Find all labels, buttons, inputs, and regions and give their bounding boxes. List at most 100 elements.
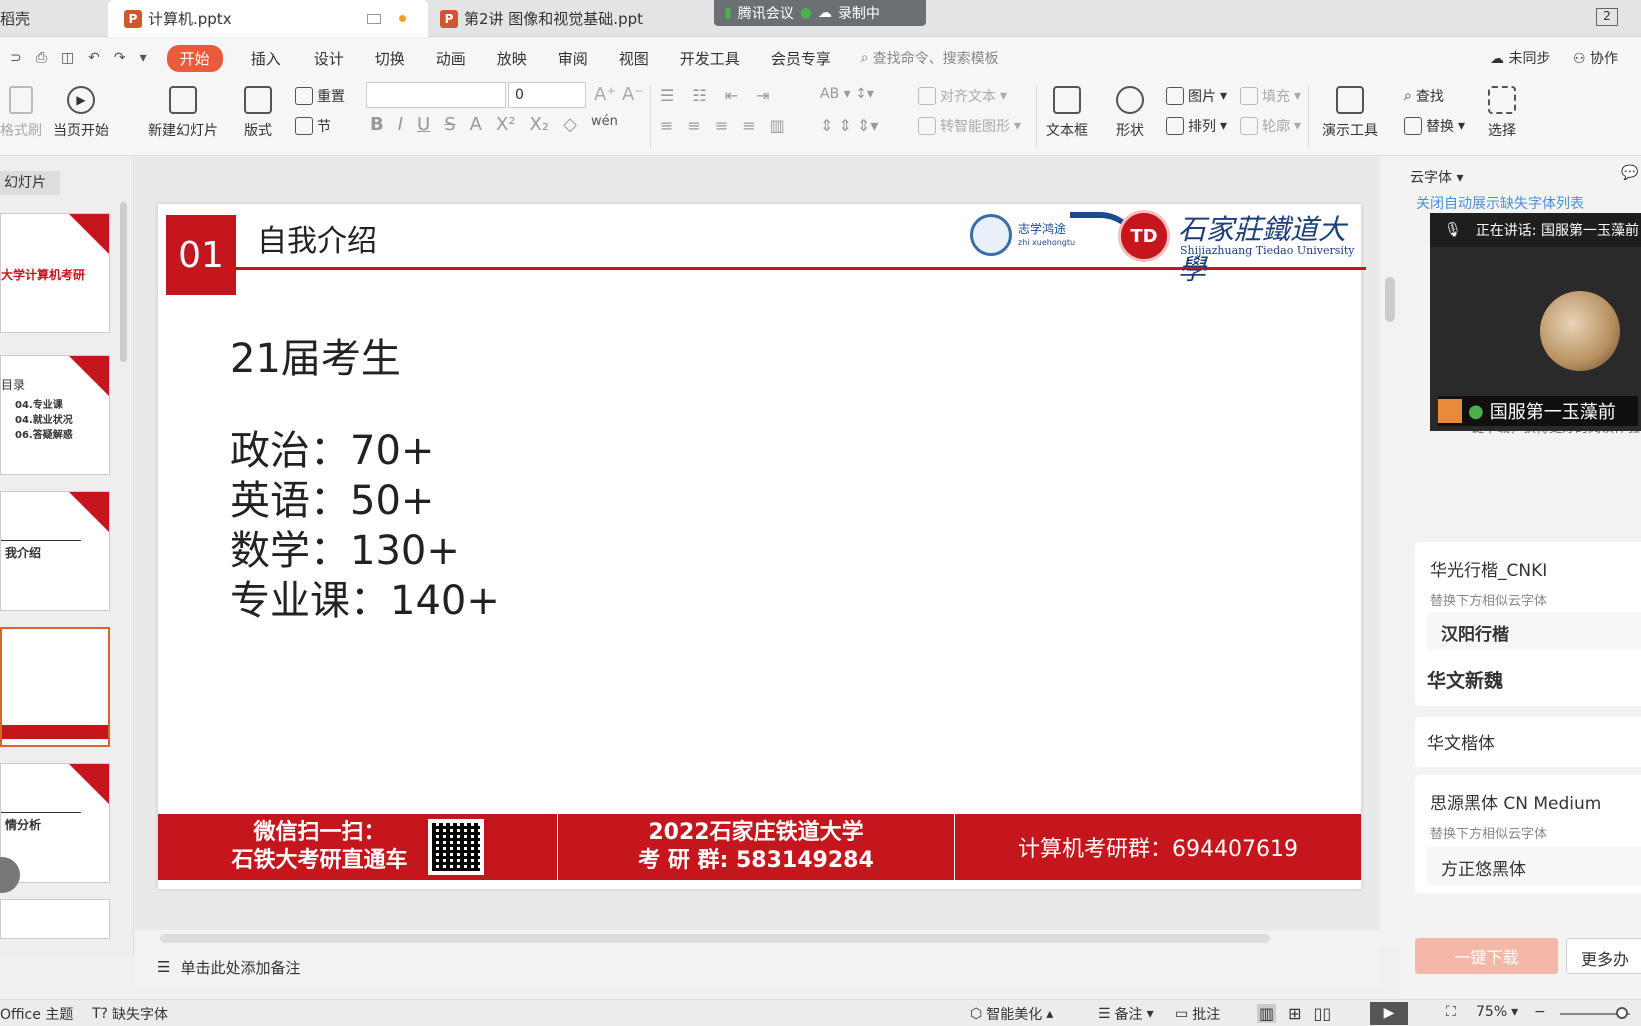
menu-view[interactable]: 视图	[619, 48, 649, 69]
font-sample[interactable]: 方正悠黑体	[1427, 847, 1641, 885]
command-search-input[interactable]: 查找命令、搜索模板	[873, 48, 999, 68]
cloud-font-header[interactable]: 云字体 ▾	[1410, 167, 1463, 187]
section-button[interactable]: 节	[295, 116, 331, 136]
font-card[interactable]: 华光行楷_CNKI 替换下方相似云字体 汉阳行楷	[1415, 542, 1641, 662]
missing-font-button[interactable]: T? 缺失字体	[92, 1004, 168, 1024]
select-button[interactable]: 选择	[1488, 86, 1516, 140]
zoom-slider[interactable]	[1560, 1007, 1630, 1019]
slides-tab[interactable]: 幻灯片	[0, 171, 60, 195]
tab-home-partial[interactable]: 稻壳	[0, 0, 100, 37]
reading-view-icon[interactable]: ▯▯	[1314, 1004, 1332, 1023]
find-button[interactable]: ⌕ 查找	[1404, 86, 1444, 106]
slide-thumb-2[interactable]: 目录 04.专业课 04.就业状况 06.答疑解惑	[0, 355, 110, 475]
convert-smartart-button[interactable]: 转智能图形 ▾	[918, 116, 1021, 136]
slide-thumb-3[interactable]: 我介绍	[0, 491, 110, 611]
underline-icon[interactable]: U	[417, 114, 430, 135]
zoom-out-icon[interactable]: −	[1534, 1004, 1546, 1020]
font-card[interactable]: 华文楷体	[1415, 717, 1641, 767]
menu-design[interactable]: 设计	[314, 48, 344, 69]
indent-icon[interactable]: ⇥	[756, 86, 769, 105]
font-grow-icon[interactable]: A⁺	[594, 84, 616, 105]
slide-thumb-1[interactable]: 大学计算机考研	[0, 213, 110, 333]
font-shrink-icon[interactable]: A⁻	[622, 84, 644, 105]
bold-icon[interactable]: B	[370, 114, 384, 135]
fill-button[interactable]: 填充 ▾	[1240, 86, 1301, 106]
bullets-icon[interactable]: ☰	[660, 86, 674, 105]
outdent-icon[interactable]: ⇤	[725, 86, 738, 105]
customize-icon[interactable]: ▾	[140, 50, 147, 66]
format-painter-button[interactable]: 格式刷	[0, 86, 42, 140]
arrange-button[interactable]: 排列 ▾	[1166, 116, 1227, 136]
redo-icon[interactable]: ↷	[114, 50, 126, 66]
meeting-status-bar[interactable]: ▮ 腾讯会议 ● ☁ 录制中	[714, 0, 926, 26]
outline-button[interactable]: 轮廓 ▾	[1240, 116, 1301, 136]
font-name-combo[interactable]	[366, 82, 506, 108]
thumb-scrollbar[interactable]	[120, 202, 127, 362]
window-count-icon[interactable]: 2	[1596, 8, 1618, 26]
menu-start[interactable]: 开始	[166, 44, 223, 72]
layout-button[interactable]: 版式	[244, 86, 272, 140]
play-slideshow-button[interactable]: ▶	[1370, 1002, 1408, 1025]
numbering-icon[interactable]: ☷	[692, 86, 706, 105]
notes-toggle[interactable]: ☰ 备注 ▾	[1098, 1004, 1154, 1024]
menu-animation[interactable]: 动画	[436, 48, 466, 69]
canvas-vertical-scrollbar[interactable]	[1380, 157, 1400, 947]
slide[interactable]: 01 自我介绍 志学鸿途 zhi xuehongtu TD 石家莊鐵道大學 Sh…	[158, 204, 1366, 889]
font-card[interactable]: 华文新魏	[1415, 654, 1641, 706]
canvas-horizontal-scrollbar[interactable]	[135, 930, 1380, 947]
scroll-thumb[interactable]	[1385, 277, 1395, 322]
slide-title[interactable]: 自我介绍	[257, 216, 377, 260]
slide-body-text[interactable]: 21届考生 政治：70+ 英语：50+ 数学：130+ 专业课：140+	[230, 334, 500, 626]
strikethrough-icon[interactable]: S	[444, 114, 455, 135]
menu-review[interactable]: 审阅	[558, 48, 588, 69]
undo-icon[interactable]: ↶	[88, 50, 100, 66]
align-center-icon[interactable]: ≡	[687, 116, 700, 135]
scroll-thumb[interactable]	[160, 934, 1270, 943]
textbox-button[interactable]: 文本框	[1046, 86, 1088, 140]
menu-member[interactable]: 会员专享	[771, 48, 831, 69]
distribute-icon[interactable]: ▥	[770, 116, 785, 135]
beautify-button[interactable]: ⬡ 智能美化 ▴	[970, 1004, 1053, 1024]
align-text-button[interactable]: 对齐文本 ▾	[918, 86, 1007, 106]
justify-icon[interactable]: ≡	[742, 116, 755, 135]
notes-area[interactable]: ☰ 单击此处添加备注	[135, 947, 1380, 987]
italic-icon[interactable]: I	[398, 114, 403, 135]
collab-button[interactable]: ⚇ 协作	[1573, 48, 1618, 68]
normal-view-icon[interactable]: ▥	[1257, 1004, 1277, 1023]
menu-transition[interactable]: 切换	[375, 48, 405, 69]
presenter-tools-button[interactable]: 演示工具	[1322, 86, 1378, 140]
print-icon[interactable]: ⎙	[36, 50, 47, 66]
reset-button[interactable]: 重置	[295, 86, 345, 106]
monitor-icon[interactable]	[366, 13, 381, 24]
tab-document-active[interactable]: P 计算机.pptx	[108, 0, 428, 37]
grid-view-icon[interactable]: ⊞	[1288, 1004, 1301, 1023]
shape-button[interactable]: 形状	[1116, 86, 1144, 140]
tab-document[interactable]: P 第2讲 图像和视觉基础.ppt	[430, 0, 700, 37]
preview-icon[interactable]: ◫	[61, 50, 74, 66]
line-spacing-icon[interactable]: ⇕ ⇕ ⇕▾	[820, 116, 878, 135]
slide-thumb-4-selected[interactable]	[0, 627, 110, 747]
text-direction-icon[interactable]: AB ▾ ↕▾	[820, 86, 874, 102]
subscript-icon[interactable]: X₂	[530, 114, 550, 135]
align-left-icon[interactable]: ≡	[660, 116, 673, 135]
play-from-current-button[interactable]: ▶ 当页开始	[53, 86, 109, 140]
hide-missing-fonts-link[interactable]: 关闭自动展示缺失字体列表	[1416, 193, 1584, 213]
meeting-video-overlay[interactable]: 🎙 正在讲话: 国服第一玉藻前 ● 国服第一玉藻前	[1430, 213, 1641, 431]
clear-format-icon[interactable]: ◇	[563, 114, 577, 135]
new-slide-button[interactable]: 新建幻灯片	[148, 86, 218, 140]
font-card[interactable]: 思源黑体 CN Medium 替换下方相似云字体 方正悠黑体	[1415, 775, 1641, 893]
font-color-icon[interactable]: A	[470, 114, 482, 135]
sync-status[interactable]: ☁ 未同步	[1490, 48, 1550, 68]
theme-label[interactable]: Office 主题	[0, 1004, 73, 1024]
comments-toggle[interactable]: ▭ 批注	[1175, 1004, 1220, 1024]
picture-button[interactable]: 图片 ▾	[1166, 86, 1227, 106]
menu-slideshow[interactable]: 放映	[497, 48, 527, 69]
comment-icon[interactable]: 💬	[1621, 165, 1638, 181]
superscript-icon[interactable]: X²	[496, 114, 516, 135]
zoom-level[interactable]: 75% ▾	[1476, 1004, 1518, 1020]
one-click-download-button[interactable]: 一键下载	[1415, 938, 1558, 974]
font-sample[interactable]: 汉阳行楷	[1427, 612, 1641, 650]
more-button[interactable]: 更多办	[1566, 938, 1641, 974]
replace-button[interactable]: 替换 ▾	[1404, 116, 1465, 136]
fit-window-icon[interactable]: ⛶	[1446, 1004, 1456, 1020]
